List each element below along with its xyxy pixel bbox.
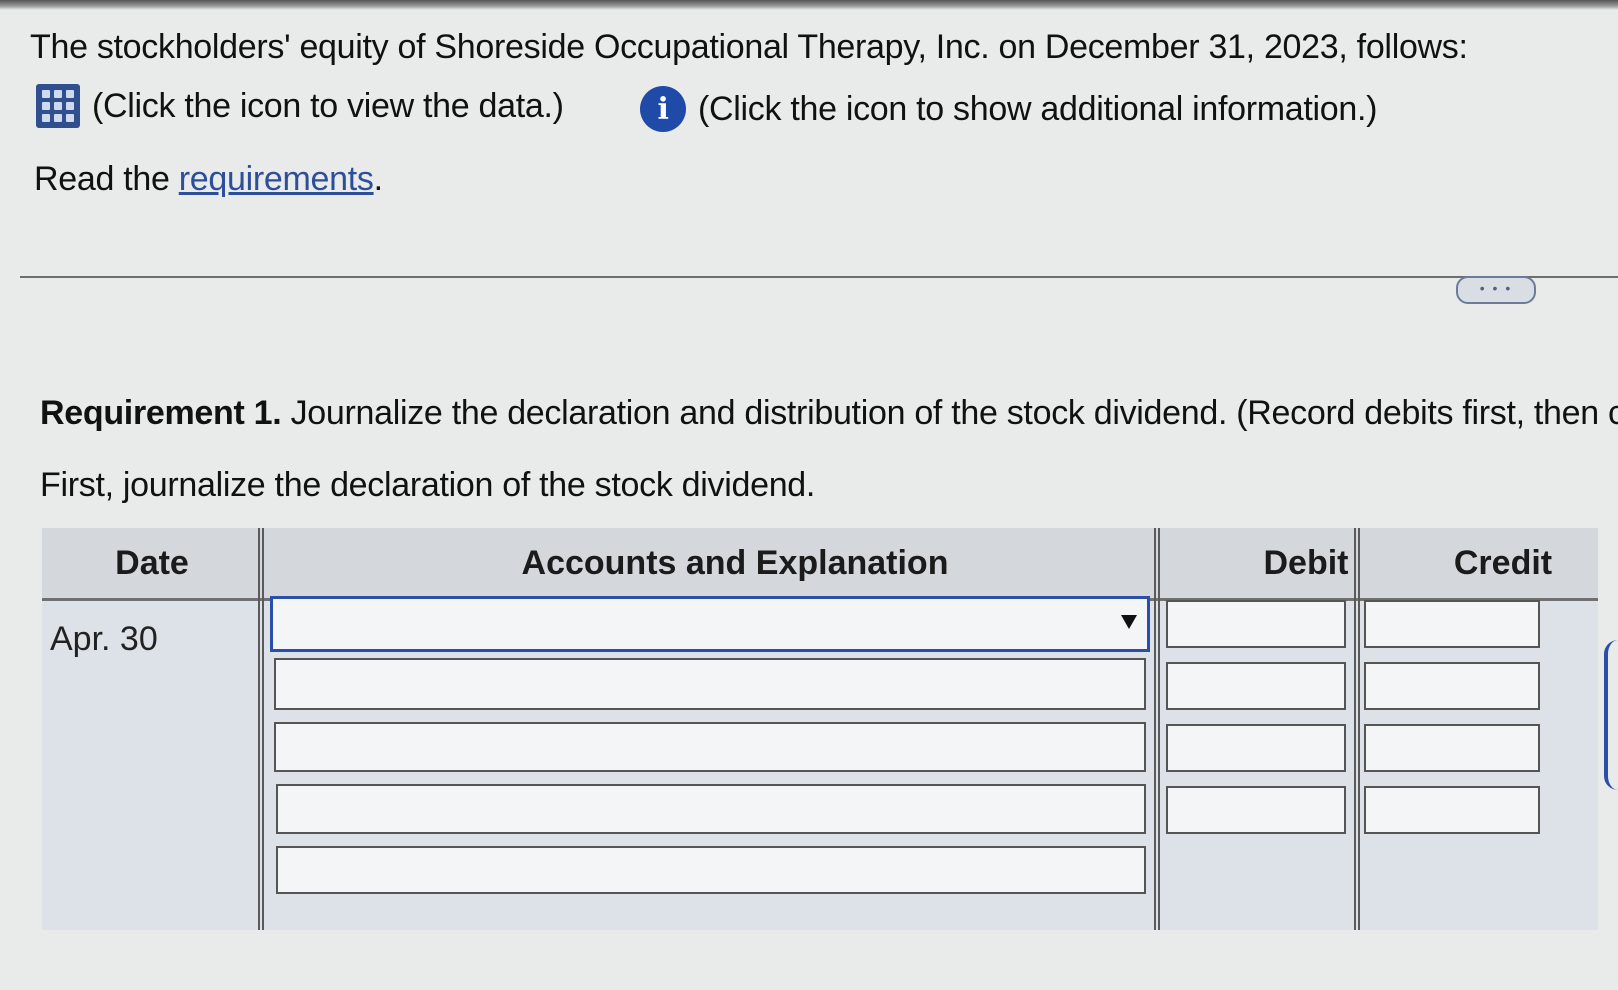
section-divider (20, 276, 1618, 278)
account-input-2[interactable] (274, 658, 1146, 710)
account-input-4[interactable] (276, 784, 1146, 834)
data-grid-icon[interactable] (36, 84, 80, 128)
info-icon[interactable]: i (640, 86, 686, 132)
read-prefix: Read the (34, 160, 179, 198)
first-step-instruction: First, journalize the declaration of the… (40, 466, 816, 504)
view-data-row[interactable]: (Click the icon to view the data.) (36, 84, 564, 128)
credit-input-2[interactable] (1364, 662, 1540, 710)
column-divider (1354, 528, 1360, 930)
journal-entry-table: Date Accounts and Explanation Debit Cred… (42, 528, 1598, 930)
journal-header: Date Accounts and Explanation Debit Cred… (42, 528, 1598, 601)
debit-input-1[interactable] (1166, 600, 1346, 648)
column-divider (1154, 528, 1160, 930)
account-select-1[interactable] (270, 596, 1150, 652)
account-input-3[interactable] (274, 722, 1146, 772)
scroll-indicator[interactable] (1604, 640, 1618, 790)
column-divider (258, 528, 264, 930)
credit-input-1[interactable] (1364, 600, 1540, 648)
debit-input-2[interactable] (1166, 662, 1346, 710)
credit-input-4[interactable] (1364, 786, 1540, 834)
top-window-edge (0, 0, 1618, 10)
requirement-label: Requirement 1. (40, 394, 282, 432)
header-date: Date (115, 543, 189, 582)
entry-date: Apr. 30 (50, 620, 158, 658)
additional-info-label: (Click the icon to show additional infor… (698, 89, 1378, 128)
header-accounts: Accounts and Explanation (521, 543, 949, 582)
credit-input-3[interactable] (1364, 724, 1540, 772)
chevron-down-icon (1121, 615, 1137, 629)
debit-input-3[interactable] (1166, 724, 1346, 772)
header-debit: Debit (1263, 543, 1349, 582)
additional-info-row[interactable]: i (Click the icon to show additional inf… (640, 86, 1377, 132)
debit-input-4[interactable] (1166, 786, 1346, 834)
header-credit: Credit (1453, 543, 1553, 582)
requirements-link[interactable]: requirements (179, 160, 374, 198)
account-input-5[interactable] (276, 846, 1146, 894)
expand-more-button[interactable]: • • • (1456, 276, 1536, 304)
intro-text: The stockholders' equity of Shoreside Oc… (30, 28, 1468, 66)
read-suffix: . (373, 160, 383, 198)
account-dropdown-button[interactable] (1111, 599, 1147, 649)
requirement-1-instruction: Requirement 1. Journalize the declaratio… (40, 394, 1618, 433)
requirement-text: Journalize the declaration and distribut… (281, 394, 1618, 432)
view-data-label: (Click the icon to view the data.) (92, 86, 564, 125)
read-requirements: Read the requirements. (34, 160, 383, 199)
